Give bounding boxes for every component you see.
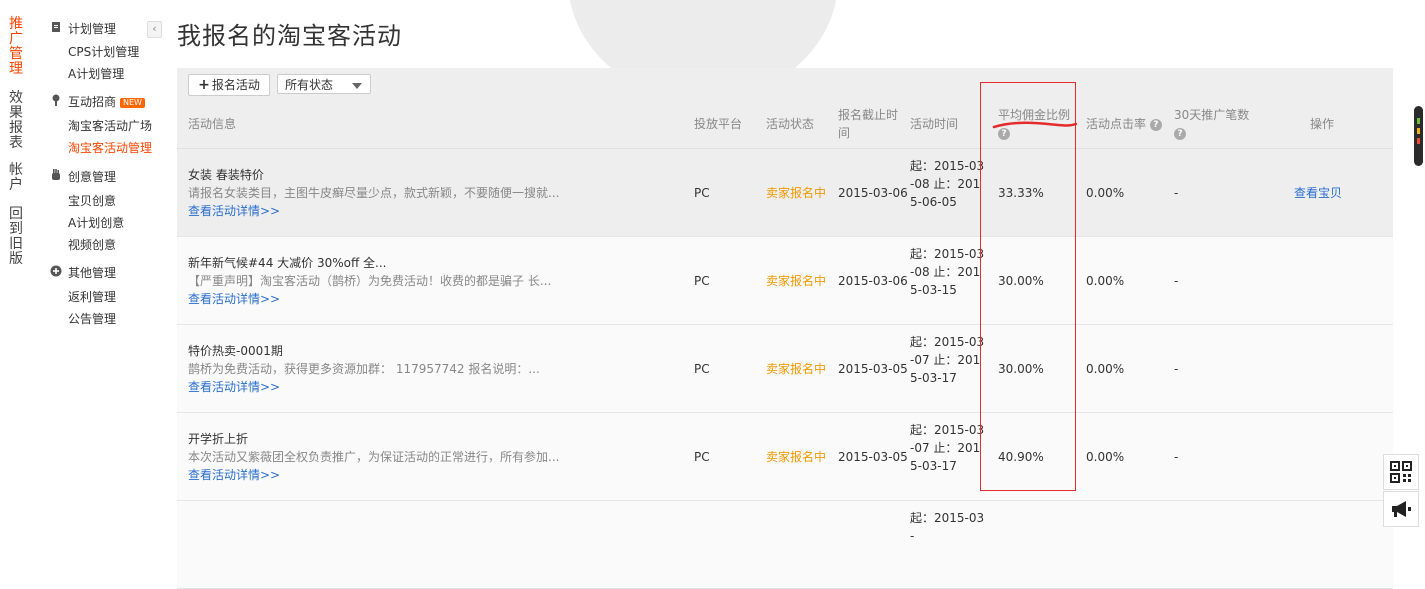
header-platform: 投放平台 [694,117,743,131]
activity-desc: 请报名女装类目，主图牛皮癣尽量少点，款式新颖，不要随便一搜就... [188,186,560,200]
group-other-manage[interactable]: 其他管理 [50,264,116,282]
table-row: 新年新气候#44 大减价 30%off 全... 【严重声明】淘宝客活动（鹊桥）… [177,237,1393,325]
qr-code-icon [1390,461,1412,483]
status-cell: 卖家报名中 [766,450,827,464]
nav-activity-manage[interactable]: 淘宝客活动管理 [68,139,152,157]
sales30-cell: - [1174,362,1179,376]
nav-item-creative[interactable]: 宝贝创意 [68,192,116,210]
ctr-cell: 0.00% [1086,450,1125,464]
view-items-link[interactable]: 查看宝贝 [1294,184,1342,202]
primary-nav: 推广管理 效果报表 帐户 回到旧版 [0,0,34,523]
header-operations: 操作 [1310,117,1335,131]
platform-cell: PC [694,186,710,200]
activity-desc: 本次活动又紫薇团全权负责推广，为保证活动的正常进行，所有参加... [188,450,560,464]
activity-desc: 鹊桥为免费活动，获得更多资源加群： 117957742 报名说明：... [188,362,540,376]
nav-promotion-manage[interactable]: 推广管理 [9,17,25,77]
pin-icon [50,93,62,111]
group-creative-manage[interactable]: 创意管理 [50,168,116,186]
activity-time-cell: 起：2015-03-07 止：2015-03-17 [910,423,985,473]
table-row: 特价热卖-0001期 鹊桥为免费活动，获得更多资源加群： 117957742 报… [177,325,1393,413]
table-row: 开学折上折 本次活动又紫薇团全权负责推广，为保证活动的正常进行，所有参加... … [177,413,1393,501]
qr-code-button[interactable] [1383,454,1419,490]
plus-circle-icon [50,264,62,282]
nav-a-plan[interactable]: A计划管理 [68,65,124,83]
activity-time-cell: 起：2015-03-08 止：2015-06-05 [910,159,985,209]
deadline-cell: 2015-03-06 [838,186,908,200]
nav-video-creative[interactable]: 视频创意 [68,236,116,254]
header-status: 活动状态 [766,117,815,131]
activity-time-cell: 起：2015-03-07 止：2015-03-17 [910,335,985,385]
sales30-cell: - [1174,450,1179,464]
header-deadline: 报名截止时间 [838,108,899,140]
header-ctr: 活动点击率 ? [1086,115,1162,133]
header-30day-sales: 30天推广笔数 ? [1174,108,1250,140]
activity-detail-link[interactable]: 查看活动详情>> [188,378,280,396]
status-cell: 卖家报名中 [766,274,827,288]
ctr-cell: 0.00% [1086,362,1125,376]
nav-a-plan-creative[interactable]: A计划创意 [68,214,124,232]
deadline-cell: 2015-03-06 [838,274,908,288]
platform-cell: PC [694,450,710,464]
activity-detail-link[interactable]: 查看活动详情>> [188,202,280,220]
activity-desc: 【严重声明】淘宝客活动（鹊桥）为免费活动！收费的都是骗子 长... [188,274,552,288]
activity-title: 特价热卖-0001期 [188,344,283,358]
chevron-left-icon: ‹ [152,22,157,35]
scroll-indicator[interactable] [1414,106,1423,166]
activity-title: 新年新气候#44 大减价 30%off 全... [188,256,387,270]
nav-reports[interactable]: 效果报表 [9,91,25,151]
nav-rebate-manage[interactable]: 返利管理 [68,288,116,306]
sales30-cell: - [1174,274,1179,288]
group-plan-manage[interactable]: 计划管理 [50,20,116,38]
ctr-cell: 0.00% [1086,274,1125,288]
plus-icon: + [198,77,210,93]
dropdown-caret-icon [352,83,362,89]
collapse-sidebar-button[interactable]: ‹ [147,21,162,38]
page-title: 我报名的淘宝客活动 [177,22,402,50]
table-row: 起：2015-03- [177,501,1393,589]
annotation-highlight-box [980,82,1076,491]
table-header: 活动信息 投放平台 活动状态 报名截止时间 活动时间 平均佣金比例 ? 活动点击… [177,100,1393,149]
signup-activity-button[interactable]: + 报名活动 [188,74,270,96]
doc-icon [50,20,62,38]
nav-account[interactable]: 帐户 [9,163,25,193]
status-cell: 卖家报名中 [766,186,827,200]
nav-back-to-old[interactable]: 回到旧版 [9,207,25,267]
deadline-cell: 2015-03-05 [838,450,908,464]
nav-notice-manage[interactable]: 公告管理 [68,310,116,328]
header-activity-time: 活动时间 [910,117,959,131]
table-row: 女装 春装特价 请报名女装类目，主图牛皮癣尽量少点，款式新颖，不要随便一搜就..… [177,149,1393,237]
help-icon[interactable]: ? [1149,118,1162,131]
toolbar: + 报名活动 所有状态 [177,68,1393,100]
activity-detail-link[interactable]: 查看活动详情>> [188,466,280,484]
deadline-cell: 2015-03-05 [838,362,908,376]
platform-cell: PC [694,362,710,376]
group-interactive-invite[interactable]: 互动招商 NEW [50,93,145,111]
annotation-underline [992,121,1078,129]
megaphone-icon [1390,498,1412,519]
hand-icon [50,168,62,186]
nav-activity-plaza[interactable]: 淘宝客活动广场 [68,117,152,135]
sales30-cell: - [1174,186,1179,200]
header-activity-info: 活动信息 [188,117,237,131]
new-badge: NEW [120,97,145,108]
status-filter-select[interactable]: 所有状态 [277,74,371,94]
activity-detail-link[interactable]: 查看活动详情>> [188,290,280,308]
platform-cell: PC [694,274,710,288]
activity-time-cell: 起：2015-03-08 止：2015-03-15 [910,247,985,297]
activity-time-cell: 起：2015-03- [910,511,985,543]
ctr-cell: 0.00% [1086,186,1125,200]
notice-button[interactable] [1383,491,1419,527]
activity-table-panel: + 报名活动 所有状态 活动信息 投放平台 活动状态 报名截止时间 活动时间 平均… [177,68,1393,589]
status-cell: 卖家报名中 [766,362,827,376]
activity-title: 女装 春装特价 [188,168,264,182]
activity-title: 开学折上折 [188,432,249,446]
help-icon[interactable]: ? [1174,127,1186,140]
nav-cps-plan[interactable]: CPS计划管理 [68,43,139,61]
